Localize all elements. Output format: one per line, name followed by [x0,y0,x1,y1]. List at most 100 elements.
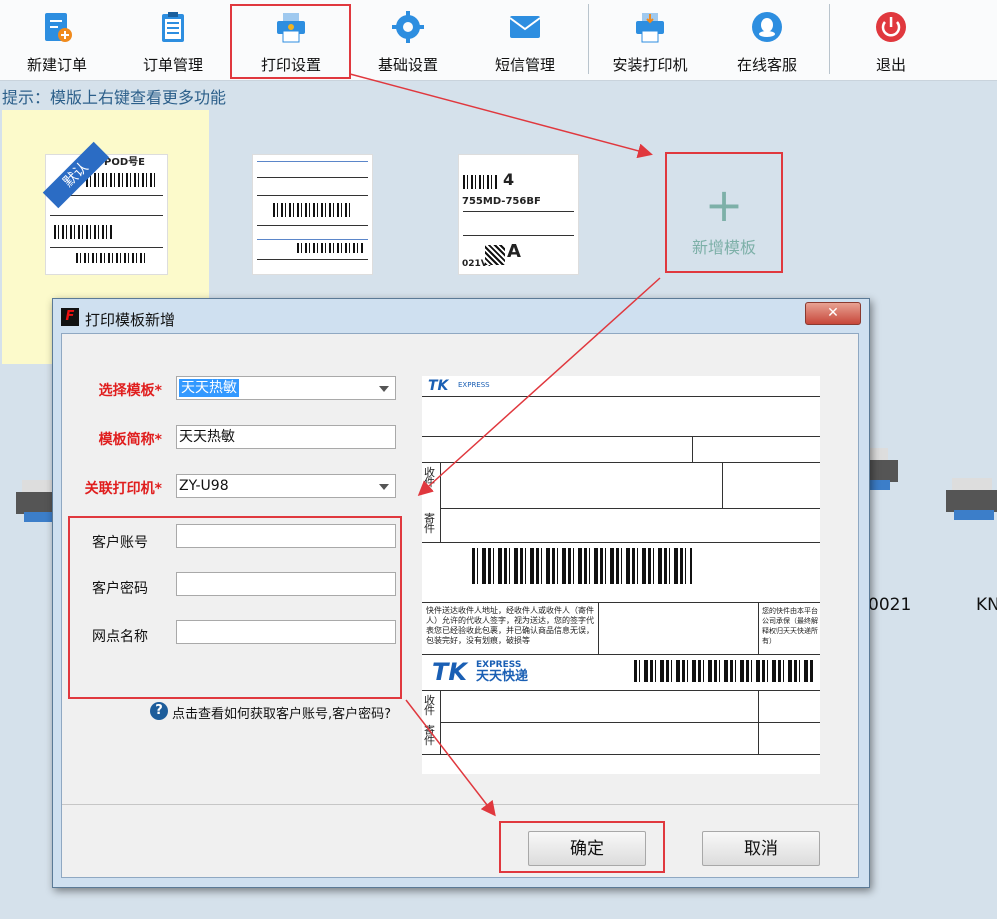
barcode [76,253,146,263]
thumb-number: 4 [503,170,515,189]
install-printer-icon [636,13,664,43]
divider [722,462,723,508]
barcode [54,225,114,239]
main-toolbar: 新建订单 订单管理 打印设置 基础设置 短信管理 安装打印机 在线客服 退出 [0,0,997,81]
sms-management-label: 短信管理 [494,56,555,74]
signature-notice: 快件送达收件人地址，经收件人或收件人（寄件人）允许的代收人签字，视为送达，您的签… [426,606,594,645]
select-template-label: 选择模板* [98,383,162,399]
divider [422,690,820,691]
divider [257,177,368,178]
confirm-highlight [499,821,665,873]
insurance-note: 您的快件由本平台公司承保（最终解释权归天天快递所有） [762,607,818,645]
barcode [463,175,499,189]
brand-name: 天天快递 [476,669,529,684]
new-order-icon [45,13,72,42]
qr-code [485,245,505,265]
thumb-letter: A [507,241,521,262]
sender-side-label: 寄件 [424,512,435,535]
main-barcode [472,548,692,584]
order-management-button[interactable]: 订单管理 [118,0,228,80]
new-order-button[interactable]: 新建订单 [2,0,112,80]
divider [422,654,820,655]
help-icon[interactable]: ? [150,702,168,720]
basic-settings-label: 基础设置 [377,56,438,74]
divider [422,396,820,397]
divider [422,602,820,603]
printer-name-partial: KN [976,595,997,615]
chevron-down-icon [379,386,389,392]
new-order-label: 新建订单 [26,56,87,74]
divider [440,722,820,723]
divider [758,602,759,654]
divider [50,215,163,216]
toolbar-separator [829,4,830,74]
divider [463,235,574,236]
help-link[interactable]: 点击查看如何获取客户账号,客户密码? [172,703,391,722]
basic-settings-button[interactable]: 基础设置 [353,0,463,80]
add-print-template-dialog: F 打印模板新增 ✕ 选择模板* 天天热敏 模板简称* 天天热敏 关联打印机* … [52,298,870,888]
dialog-separator [62,804,858,805]
divider [422,436,820,437]
plus-icon: + [704,178,744,232]
template-name-label: 模板简称* [98,432,162,448]
sender-side-label: 寄件 [424,724,435,747]
divider [463,211,574,212]
divider [422,754,820,755]
receiver-side-label: 收件 [424,694,435,717]
print-settings-highlight [230,4,351,79]
printer-dropdown[interactable]: ZY-U98 [176,474,396,498]
app-logo-icon: F [61,308,79,326]
receiver-side-label: 收件 [424,466,435,489]
clipboard-icon [162,12,184,42]
chevron-down-icon [379,484,389,490]
dialog-body: 选择模板* 天天热敏 模板简称* 天天热敏 关联打印机* ZY-U98 客户账号… [61,333,859,878]
printer-label: 关联打印机* [84,481,162,497]
thumb-code: 755MD-756BF [462,196,541,207]
barcode [273,203,353,217]
power-icon [876,12,906,42]
chat-support-icon [752,12,782,42]
add-template-button[interactable]: + 新增模板 [665,152,783,273]
order-management-label: 订单管理 [142,56,203,74]
divider [598,602,599,654]
online-support-label: 在线客服 [736,56,797,74]
divider [257,195,368,196]
divider [257,259,368,260]
brand-logo-small: TK [428,378,449,394]
select-template-dropdown[interactable]: 天天热敏 [176,376,396,400]
divider [758,690,759,754]
printer-name-partial: 0021 [868,595,912,615]
exit-button[interactable]: 退出 [836,0,946,80]
express-label: EXPRESS [458,381,490,389]
install-printer-button[interactable]: 安装打印机 [595,0,705,80]
brand-logo-large: TK [432,658,467,686]
barcode [297,243,363,253]
divider [257,225,368,226]
template-name-input[interactable]: 天天热敏 [176,425,396,449]
divider [422,462,820,463]
select-template-value: 天天热敏 [179,379,239,397]
exit-label: 退出 [875,56,906,74]
toolbar-separator [588,4,589,74]
mail-icon [509,16,541,38]
sms-management-button[interactable]: 短信管理 [470,0,580,80]
cancel-button[interactable]: 取消 [702,831,820,866]
barcode [86,173,156,187]
divider [50,247,163,248]
divider [440,508,820,509]
close-button[interactable]: ✕ [805,302,861,325]
online-support-button[interactable]: 在线客服 [712,0,822,80]
divider [692,436,693,462]
printer-value: ZY-U98 [179,478,229,494]
tip-text: 提示：模版上右键查看更多功能 [2,88,227,107]
template-thumbnail [252,154,373,275]
gear-icon [392,11,424,43]
printer-icon [946,478,997,520]
divider [257,239,368,240]
template-thumbnail: 4 755MD-756BF 021VF A [458,154,579,275]
divider [422,542,820,543]
divider [257,161,368,162]
dialog-title: 打印模板新增 [85,311,176,329]
template-preview: TK EXPRESS 收件 寄件 快件送达收件人地址，经收件人或收件人（寄件人）… [422,376,820,774]
credentials-highlight [68,516,402,699]
